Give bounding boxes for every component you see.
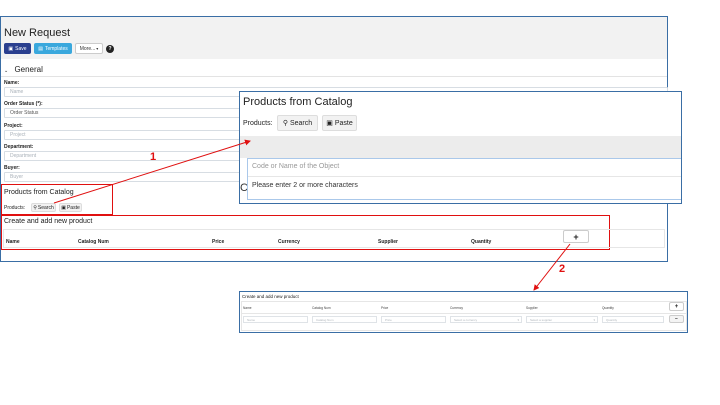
annotation-arrows xyxy=(53,139,571,291)
callout-label-2: 2 xyxy=(559,263,566,275)
callout-label-1: 1 xyxy=(150,151,157,163)
